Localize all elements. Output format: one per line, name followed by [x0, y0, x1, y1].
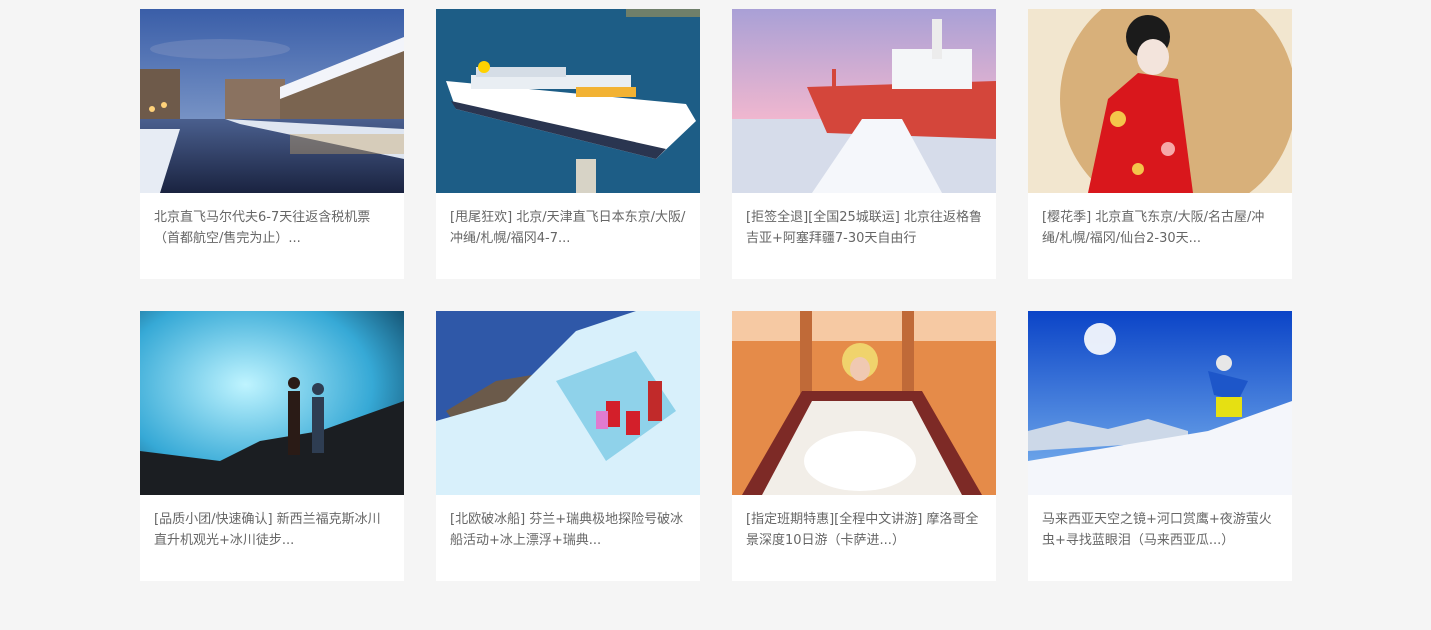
product-title[interactable]: 北京直飞马尔代夫6-7天往返含税机票（首都航空/售完为止）... [140, 193, 404, 249]
product-title[interactable]: [樱花季] 北京直飞东京/大阪/名古屋/冲绳/札幌/福冈/仙台2-30天... [1028, 193, 1292, 249]
product-card[interactable]: [北欧破冰船] 芬兰+瑞典极地探险号破冰船活动+冰上漂浮+瑞典... [436, 311, 700, 581]
product-card[interactable]: [拒签全退][全国25城联运] 北京往返格鲁吉亚+阿塞拜疆7-30天自由行 [732, 9, 996, 279]
product-title[interactable]: [拒签全退][全国25城联运] 北京往返格鲁吉亚+阿塞拜疆7-30天自由行 [732, 193, 996, 249]
product-card[interactable]: [品质小团/快速确认] 新西兰福克斯冰川直升机观光+冰川徒步... [140, 311, 404, 581]
skier-photo[interactable] [1028, 311, 1292, 495]
product-grid: 北京直飞马尔代夫6-7天往返含税机票（首都航空/售完为止）... [甩尾狂欢] … [140, 9, 1292, 581]
cruise-ship-photo[interactable] [436, 9, 700, 193]
product-card[interactable]: [甩尾狂欢] 北京/天津直飞日本东京/大阪/冲绳/札幌/福冈4-7... [436, 9, 700, 279]
glacier-hikers-photo[interactable] [436, 311, 700, 495]
product-card[interactable]: 北京直飞马尔代夫6-7天往返含税机票（首都航空/售完为止）... [140, 9, 404, 279]
product-card[interactable]: 马来西亚天空之镜+河口赏鹰+夜游萤火虫+寻找蓝眼泪（马来西亚瓜...） [1028, 311, 1292, 581]
kimono-woman-photo[interactable] [1028, 9, 1292, 193]
icebreaker-ship-photo[interactable] [732, 9, 996, 193]
product-title[interactable]: [北欧破冰船] 芬兰+瑞典极地探险号破冰船活动+冰上漂浮+瑞典... [436, 495, 700, 551]
product-title[interactable]: [品质小团/快速确认] 新西兰福克斯冰川直升机观光+冰川徒步... [140, 495, 404, 551]
desert-camp-woman-photo[interactable] [732, 311, 996, 495]
product-title[interactable]: 马来西亚天空之镜+河口赏鹰+夜游萤火虫+寻找蓝眼泪（马来西亚瓜...） [1028, 495, 1292, 551]
product-title[interactable]: [甩尾狂欢] 北京/天津直飞日本东京/大阪/冲绳/札幌/福冈4-7... [436, 193, 700, 249]
product-card[interactable]: [樱花季] 北京直飞东京/大阪/名古屋/冲绳/札幌/福冈/仙台2-30天... [1028, 9, 1292, 279]
winter-canal-town-photo[interactable] [140, 9, 404, 193]
product-card[interactable]: [指定班期特惠][全程中文讲游] 摩洛哥全景深度10日游（卡萨进...） [732, 311, 996, 581]
product-title[interactable]: [指定班期特惠][全程中文讲游] 摩洛哥全景深度10日游（卡萨进...） [732, 495, 996, 551]
glacier-ice-cave-photo[interactable] [140, 311, 404, 495]
